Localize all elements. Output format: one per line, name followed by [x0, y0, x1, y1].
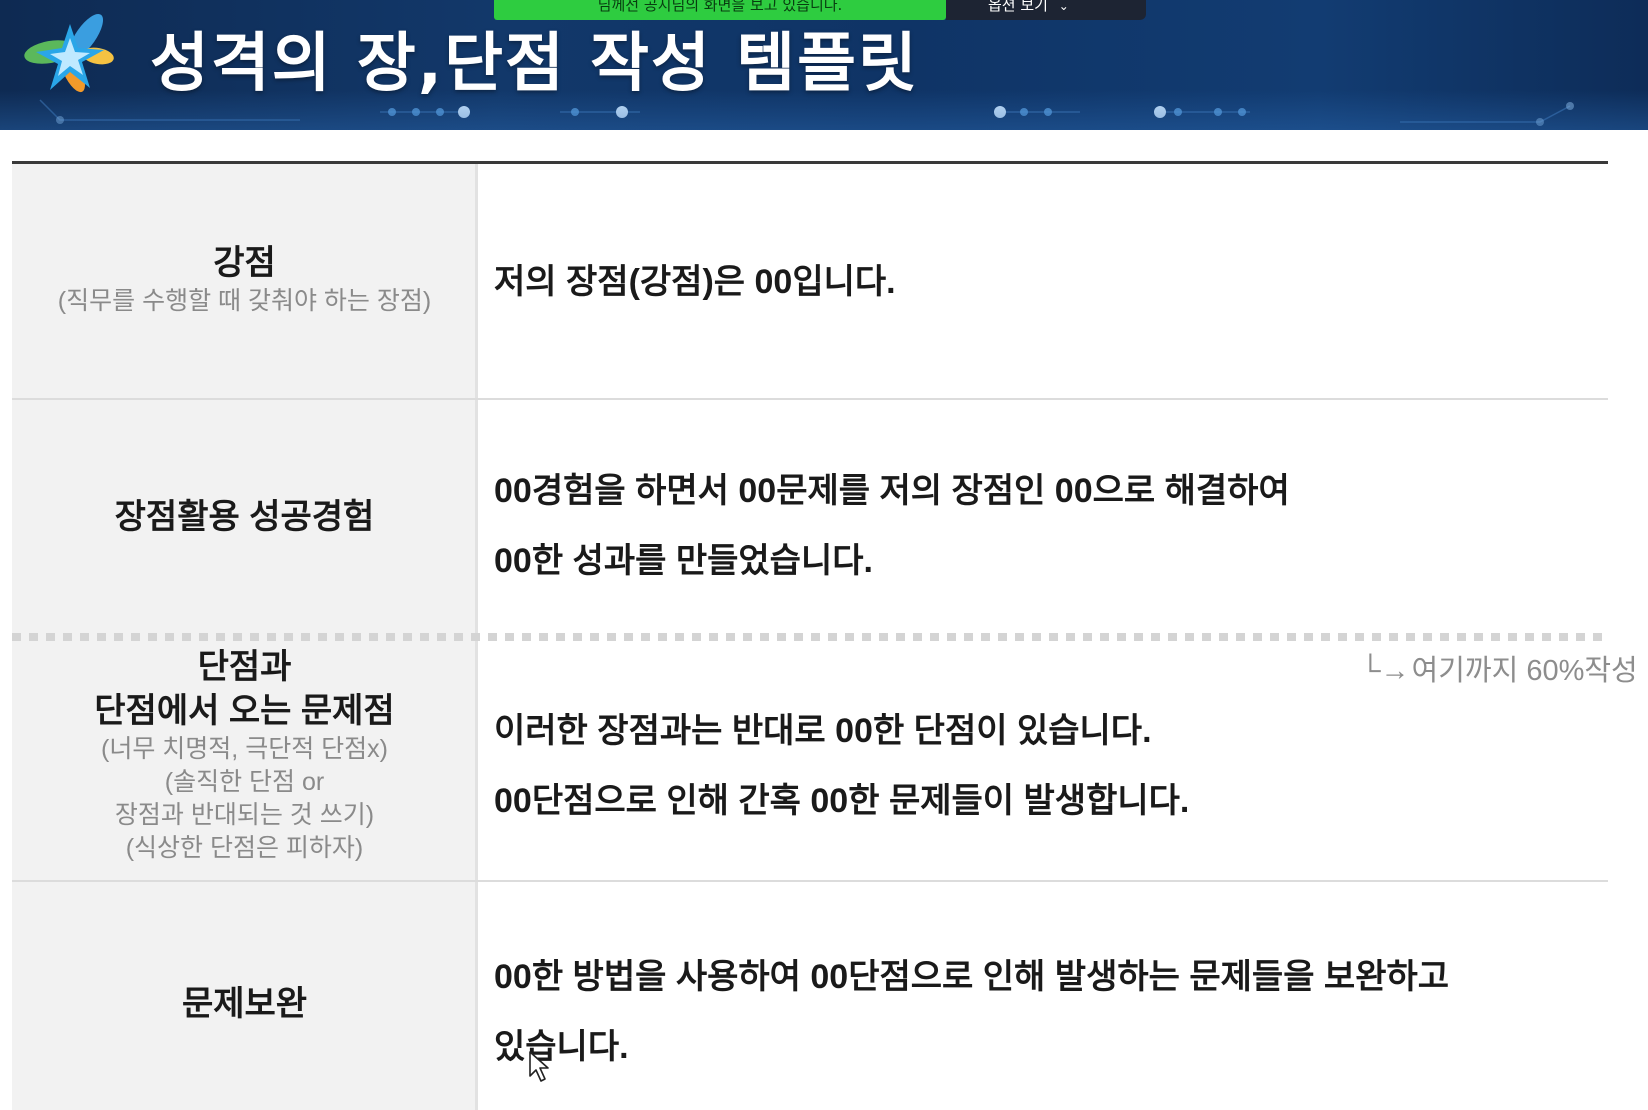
row-label-title: 장점활용 성공경험: [114, 498, 375, 536]
row-label-weakness: 단점과 단점에서 오는 문제점 (너무 치명적, 극단적 단점x) (솔직한 단…: [12, 645, 477, 865]
view-options-button[interactable]: 옵션 보기 ⌄: [946, 0, 1146, 20]
view-options-label: 옵션 보기: [988, 0, 1048, 14]
row-label-success: 장점활용 성공경험: [12, 495, 477, 539]
row-text-improvement: 00한 방법을 사용하여 00단점으로 인해 발생하는 문제들을 보완하고 있습…: [494, 942, 1449, 1082]
progress-note: └→여기까지 60%작성: [1360, 647, 1638, 689]
row-divider: [12, 880, 1608, 882]
page-title: 성격의 장,단점 작성 템플릿: [150, 27, 919, 101]
row-label-strength: 강점 (직무를 수행할 때 갖춰야 하는 장점): [12, 241, 477, 318]
row-label-subtitle: (식상한 단점은 피하자): [125, 834, 364, 862]
row-text-strength: 저의 장점(강점)은 00입니다.: [494, 247, 896, 317]
mouse-cursor-icon: [529, 1051, 549, 1082]
template-line: 이러한 장점과는 반대로 00한 단점이 있습니다.: [494, 712, 1152, 750]
template-line: 있습니다.: [494, 1028, 629, 1066]
template-line: 저의 장점(강점)은 00입니다.: [494, 263, 896, 301]
row-label-subtitle: (솔직한 단점 or: [164, 768, 325, 796]
row-label-title: 강점: [213, 244, 276, 282]
template-line: 00한 방법을 사용하여 00단점으로 인해 발생하는 문제들을 보완하고: [494, 958, 1450, 996]
row-label-subtitle: 장점과 반대되는 것 쓰기): [114, 801, 375, 829]
screen-share-notice: 님께선 공지님의 화면을 보고 있습니다.: [494, 0, 946, 20]
template-line: 00경험을 하면서 00문제를 저의 장점인 00으로 해결하여: [494, 472, 1290, 510]
template-line: 00단점으로 인해 간혹 00한 문제들이 발생합니다.: [494, 782, 1190, 820]
row-label-subtitle: (너무 치명적, 극단적 단점x): [101, 735, 388, 763]
corner-arrow-icon: └→: [1360, 655, 1410, 687]
row-label-title-line: 단점에서 오는 문제점: [94, 692, 395, 730]
slide-view: 성격의 장,단점 작성 템플릿 님께선 공지님의 화면을 보고 있습니다. 옵션…: [0, 0, 1648, 1110]
template-line: 00한 성과를 만들었습니다.: [494, 542, 873, 580]
row-label-title: 문제보완: [181, 985, 308, 1023]
row-label-subtitle: (직무를 수행할 때 갖춰야 하는 장점): [57, 287, 432, 315]
row-label-title-line: 단점과: [197, 648, 292, 686]
star-logo-icon: [24, 13, 114, 93]
screen-share-notice-text: 님께선 공지님의 화면을 보고 있습니다.: [597, 0, 843, 14]
dashed-divider: [12, 633, 1608, 641]
chevron-down-icon: ⌄: [1058, 0, 1069, 13]
row-text-success: 00경험을 하면서 00문제를 저의 장점인 00으로 해결하여 00한 성과를…: [494, 456, 1290, 596]
row-label-improvement: 문제보완: [12, 982, 477, 1026]
row-divider: [12, 398, 1608, 400]
row-text-weakness: 이러한 장점과는 반대로 00한 단점이 있습니다. 00단점으로 인해 간혹 …: [494, 696, 1189, 836]
progress-note-text: 여기까지 60%작성: [1411, 655, 1638, 687]
